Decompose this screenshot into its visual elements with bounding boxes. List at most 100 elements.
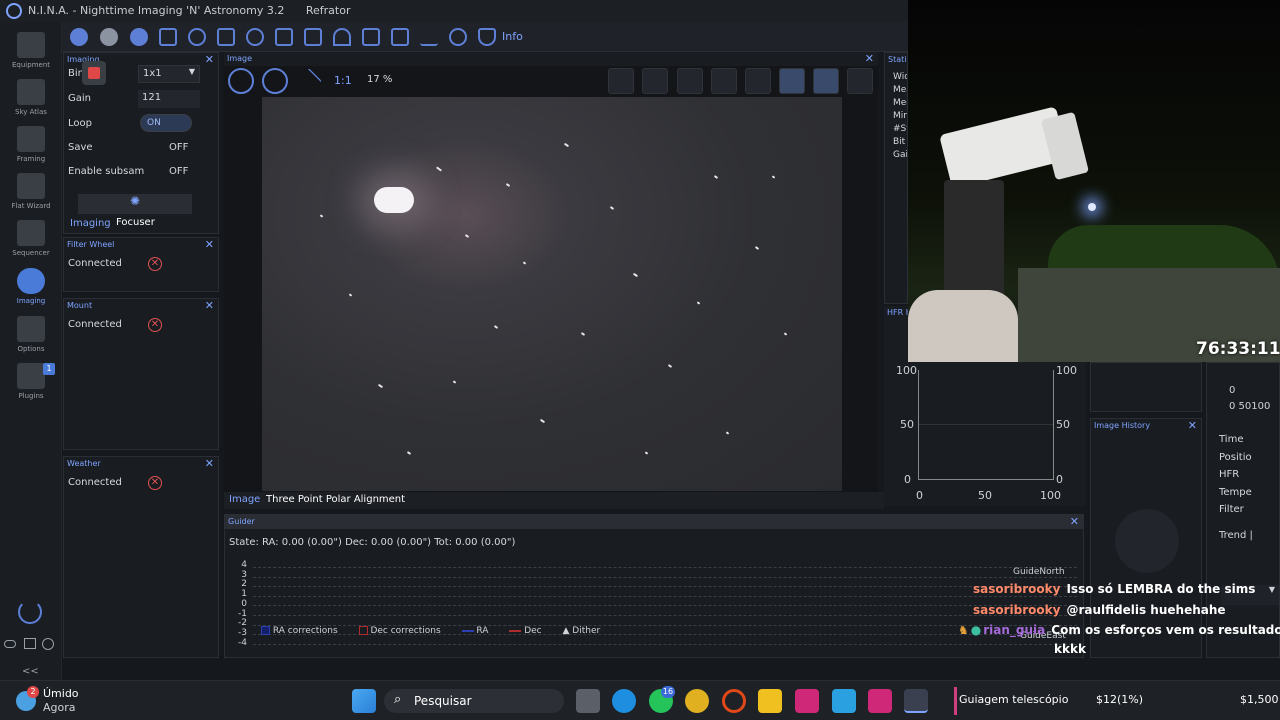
guider-icon[interactable] bbox=[246, 28, 264, 46]
camera-icon[interactable] bbox=[70, 28, 88, 46]
list-icon[interactable] bbox=[275, 28, 293, 46]
zoom-in-icon[interactable] bbox=[228, 68, 254, 94]
close-icon[interactable]: ✕ bbox=[1070, 515, 1079, 528]
one-to-one-button[interactable]: 1:1 bbox=[334, 74, 352, 87]
dome-icon[interactable] bbox=[333, 28, 351, 46]
stat-row: Wid bbox=[893, 72, 907, 82]
capture-button[interactable]: ✺ bbox=[78, 194, 192, 214]
bar-chart-icon[interactable] bbox=[391, 28, 409, 46]
edge-icon[interactable] bbox=[612, 689, 636, 713]
app-icon[interactable] bbox=[868, 689, 892, 713]
app-icon[interactable] bbox=[795, 689, 819, 713]
y-tick: 50 bbox=[900, 418, 914, 431]
star-icon[interactable] bbox=[813, 68, 839, 94]
filter-wheel-icon[interactable] bbox=[130, 28, 148, 46]
info-icon[interactable] bbox=[42, 638, 54, 650]
focus-frame-icon[interactable] bbox=[159, 28, 177, 46]
plugins-badge: 1 bbox=[43, 363, 55, 375]
x-tick: 50 bbox=[978, 489, 992, 502]
collapse-sidebar-button[interactable]: << bbox=[22, 666, 39, 677]
close-icon[interactable]: ✕ bbox=[205, 238, 214, 251]
book-icon[interactable] bbox=[24, 638, 36, 649]
flip-icon[interactable] bbox=[642, 68, 668, 94]
captured-image[interactable] bbox=[262, 97, 842, 491]
rotate-icon[interactable] bbox=[608, 68, 634, 94]
chat-message: sasoribrooky Isso só LEMBRA do the sims bbox=[973, 582, 1256, 596]
bin-select[interactable]: 1x1 ▼ bbox=[138, 65, 200, 83]
tab-focuser[interactable]: Focuser bbox=[116, 217, 155, 228]
search-box[interactable]: ⌕ Pesquisar bbox=[384, 689, 564, 713]
star-streak bbox=[563, 143, 569, 148]
close-icon[interactable]: ✕ bbox=[205, 299, 214, 312]
window-title: N.I.N.A. - Nighttime Imaging 'N' Astrono… bbox=[28, 4, 285, 17]
star-streak bbox=[505, 182, 510, 187]
sidebar-item-sequencer[interactable]: Sequencer bbox=[0, 220, 62, 257]
save-toggle[interactable]: OFF bbox=[169, 142, 188, 153]
star-streak bbox=[754, 245, 760, 250]
loop-toggle[interactable]: ON bbox=[140, 114, 192, 132]
opera-icon[interactable] bbox=[722, 689, 746, 713]
equipment-icon bbox=[17, 32, 45, 58]
x-ticks: 0 50100 bbox=[1229, 401, 1271, 412]
disconnected-icon: ✕ bbox=[148, 476, 162, 490]
close-icon[interactable]: ✕ bbox=[205, 457, 214, 470]
close-icon[interactable]: ✕ bbox=[205, 53, 214, 66]
panel-header: Guider bbox=[228, 517, 255, 526]
folder-icon[interactable] bbox=[758, 689, 782, 713]
close-icon[interactable]: ✕ bbox=[865, 52, 874, 65]
grid-line bbox=[253, 586, 1077, 588]
tab-imaging[interactable]: Imaging bbox=[70, 218, 111, 229]
app-icon[interactable] bbox=[832, 689, 856, 713]
image-tabs: Image Three Point Polar Alignment bbox=[224, 492, 884, 509]
guider-y-axis: 4 3 2 1 0 -1 -2 -3 -4 bbox=[235, 560, 247, 648]
eye-icon[interactable] bbox=[4, 640, 16, 648]
wand-icon[interactable] bbox=[847, 68, 873, 94]
subsam-toggle[interactable]: OFF bbox=[169, 166, 188, 177]
taskbar: 2 Úmido Agora ⌕ Pesquisar 16 Guiagem tel… bbox=[0, 680, 1280, 720]
bulb-icon[interactable] bbox=[449, 28, 467, 46]
nina-taskbar-icon[interactable] bbox=[904, 689, 928, 713]
gain-input[interactable]: 121 bbox=[138, 90, 200, 108]
dots-icon[interactable] bbox=[711, 68, 737, 94]
legend-dither: Dither bbox=[572, 626, 601, 636]
sidebar-item-plugins[interactable]: Plugins 1 bbox=[0, 363, 62, 400]
gain-label: Gain bbox=[68, 93, 91, 104]
guider-legend: RA corrections Dec corrections RA Dec ▲ … bbox=[261, 626, 600, 636]
sidebar-item-imaging[interactable]: Imaging bbox=[0, 268, 62, 305]
crosshair-icon[interactable] bbox=[745, 68, 771, 94]
power-icon[interactable] bbox=[18, 600, 42, 624]
task-view-icon[interactable] bbox=[576, 689, 600, 713]
grid-line bbox=[253, 595, 1077, 597]
chrome-icon[interactable] bbox=[685, 689, 709, 713]
toolbar: Info bbox=[62, 22, 908, 52]
zoom-out-icon[interactable] bbox=[262, 68, 288, 94]
grid-icon[interactable] bbox=[677, 68, 703, 94]
tab-polar-alignment[interactable]: Three Point Polar Alignment bbox=[266, 494, 405, 505]
telescope-icon[interactable] bbox=[217, 28, 235, 46]
guider-panel: Guider ✕ State: RA: 0.00 (0.00") Dec: 0.0… bbox=[224, 514, 1084, 658]
weather-subtitle: Agora bbox=[43, 701, 76, 714]
sidebar-item-options[interactable]: Options bbox=[0, 316, 62, 353]
sidebar-item-flat-wizard[interactable]: Flat Wizard bbox=[0, 173, 62, 210]
ruler-icon[interactable] bbox=[779, 68, 805, 94]
image-toolbar: 1:1 17 % bbox=[224, 66, 878, 96]
aperture-icon[interactable] bbox=[100, 28, 118, 46]
tab-image[interactable]: Image bbox=[229, 494, 260, 505]
house-icon[interactable] bbox=[362, 28, 380, 46]
history-field: Positio bbox=[1219, 451, 1252, 463]
shield-icon[interactable] bbox=[478, 28, 496, 46]
windows-start-icon[interactable] bbox=[352, 689, 376, 713]
history-fields: Time Positio HFR Tempe Filter Trend | bbox=[1219, 431, 1253, 544]
sidebar-item-framing[interactable]: Framing bbox=[0, 126, 62, 163]
panel-header: Image bbox=[227, 54, 253, 63]
rotator-icon[interactable] bbox=[188, 28, 206, 46]
wave-icon[interactable] bbox=[420, 28, 438, 46]
panel-header: Weather bbox=[67, 459, 101, 468]
info-tab[interactable]: Info bbox=[502, 30, 523, 43]
close-icon[interactable]: ✕ bbox=[1188, 419, 1197, 432]
sidebar-item-equipment[interactable]: Equipment bbox=[0, 32, 62, 69]
fit-icon[interactable] bbox=[296, 68, 322, 94]
sliders-icon[interactable] bbox=[304, 28, 322, 46]
save-label: Save bbox=[68, 142, 93, 153]
sidebar-item-sky-atlas[interactable]: Sky Atlas bbox=[0, 79, 62, 116]
